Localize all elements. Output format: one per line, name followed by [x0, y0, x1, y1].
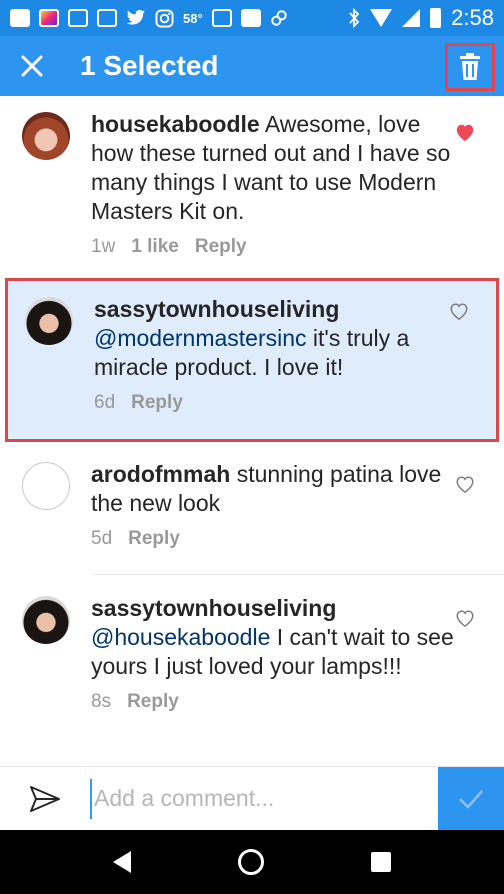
comment-meta: 5d Reply	[91, 528, 464, 550]
comment-item-selected[interactable]: sassytownhouseliving @modernmastersinc i…	[5, 278, 499, 442]
comment-timestamp: 6d	[94, 392, 116, 413]
status-bar: 58° 2:58	[0, 0, 504, 36]
close-button[interactable]	[0, 36, 64, 96]
link-icon	[270, 10, 287, 26]
avatar[interactable]	[22, 596, 70, 644]
home-icon[interactable]	[237, 849, 264, 875]
app-icon	[39, 9, 59, 27]
comment-username[interactable]: arodofmmah	[91, 461, 230, 487]
divider	[92, 574, 504, 575]
messaging-icon	[10, 9, 30, 27]
comment-mention[interactable]: @modernmastersinc	[94, 325, 307, 351]
checkmark-icon	[459, 789, 483, 809]
reply-link[interactable]: Reply	[127, 691, 179, 713]
battery-icon	[430, 8, 442, 28]
comment-input[interactable]	[90, 778, 438, 819]
instagram-icon	[155, 8, 174, 28]
twitter-icon	[126, 9, 146, 25]
comment-text: arodofmmah stunning patina love the new …	[91, 460, 464, 518]
clock: 2:58	[451, 5, 494, 30]
back-icon[interactable]	[113, 851, 132, 873]
comment-mention[interactable]: @housekaboodle	[91, 624, 270, 650]
comment-username[interactable]: sassytownhouseliving	[91, 595, 336, 621]
comment-meta: 6d Reply	[94, 392, 460, 414]
comment-timestamp: 1w	[91, 236, 116, 257]
bluetooth-icon	[349, 8, 360, 28]
calendar-icon	[211, 9, 232, 27]
signal-icon	[402, 9, 421, 27]
comment-username[interactable]: sassytownhouseliving	[94, 296, 339, 322]
heart-outline-icon[interactable]	[454, 608, 476, 628]
heart-filled-icon[interactable]	[454, 122, 476, 142]
selection-action-bar: 1 Selected	[0, 36, 504, 96]
close-icon	[21, 55, 43, 77]
comment-body: arodofmmah stunning patina love the new …	[91, 460, 464, 576]
trash-icon	[460, 53, 480, 80]
reply-link[interactable]: Reply	[195, 236, 247, 258]
comment-item[interactable]: sassytownhouseliving @housekaboodle I ca…	[0, 580, 504, 750]
comment-text: sassytownhouseliving @modernmastersinc i…	[94, 295, 460, 382]
comment-body: sassytownhouseliving @housekaboodle I ca…	[91, 594, 464, 750]
gmail-icon	[68, 9, 88, 27]
comments-list: housekaboodle Awesome, love how these tu…	[0, 96, 504, 712]
comment-timestamp: 8s	[91, 691, 112, 712]
avatar[interactable]	[25, 297, 73, 345]
comment-body: housekaboodle Awesome, love how these tu…	[91, 110, 464, 270]
gmail-icon	[97, 9, 117, 27]
comment-username[interactable]: housekaboodle	[91, 111, 260, 137]
comment-timestamp: 5d	[91, 528, 113, 549]
comment-likes-link[interactable]: 1 like	[131, 236, 179, 258]
system-icons: 2:58	[348, 5, 494, 31]
paper-plane-icon	[30, 785, 60, 812]
avatar[interactable]	[22, 112, 70, 160]
comment-body: sassytownhouseliving @modernmastersinc i…	[94, 295, 460, 439]
notification-icons: 58°	[10, 8, 288, 28]
delete-button[interactable]	[445, 43, 495, 91]
system-navigation-bar	[0, 830, 504, 894]
comment-item[interactable]: arodofmmah stunning patina love the new …	[0, 446, 504, 576]
heart-outline-icon[interactable]	[448, 301, 470, 321]
temperature: 58°	[183, 10, 203, 26]
reply-link[interactable]: Reply	[128, 528, 180, 550]
post-comment-button[interactable]	[438, 766, 504, 831]
comment-text: housekaboodle Awesome, love how these tu…	[91, 110, 464, 226]
recents-icon[interactable]	[370, 852, 391, 872]
comment-item[interactable]: housekaboodle Awesome, love how these tu…	[0, 96, 504, 270]
comment-meta: 1w 1 like Reply	[91, 236, 464, 258]
wifi-icon	[370, 9, 393, 27]
heart-outline-icon[interactable]	[454, 474, 476, 494]
comment-composer	[0, 766, 504, 831]
selection-count-title: 1 Selected	[80, 50, 219, 81]
reply-link[interactable]: Reply	[131, 392, 183, 414]
direct-share-button[interactable]	[0, 767, 90, 831]
avatar[interactable]	[22, 462, 70, 510]
photos-icon	[240, 9, 261, 27]
comment-text: sassytownhouseliving @housekaboodle I ca…	[91, 594, 464, 681]
comment-meta: 8s Reply	[91, 691, 464, 713]
